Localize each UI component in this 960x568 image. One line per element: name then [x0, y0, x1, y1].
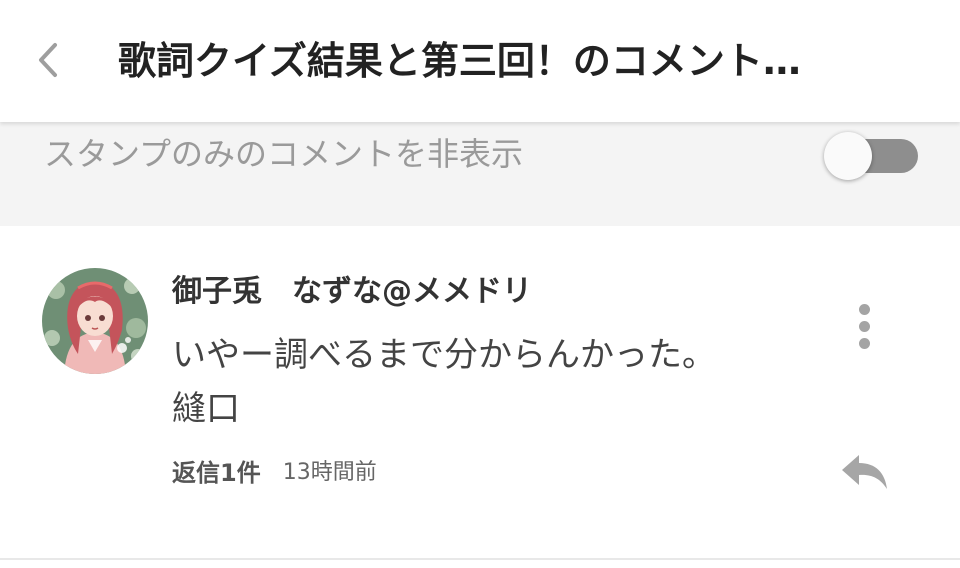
- hide-stamp-comments-toggle[interactable]: [822, 128, 920, 184]
- avatar[interactable]: [42, 268, 148, 374]
- comment-body: いやー調べるまで分からんかった。 縫口: [172, 328, 716, 436]
- comment-text-line: いやー調べるまで分からんかった。: [172, 335, 716, 375]
- page-title: 歌詞クイズ結果と第三回！のコメント…: [118, 39, 801, 83]
- reply-button[interactable]: [836, 448, 892, 494]
- stamp-filter-bar: スタンプのみのコメントを非表示: [0, 122, 960, 226]
- hide-stamp-comments-label: スタンプのみのコメントを非表示: [44, 135, 524, 173]
- more-options-button[interactable]: [844, 298, 884, 354]
- comment-meta: 返信1件 13時間前: [172, 452, 377, 488]
- reply-count-link[interactable]: 返信1件: [172, 453, 261, 488]
- more-vertical-icon-dot: [858, 320, 870, 332]
- comment-text-line: 縫口: [172, 389, 240, 429]
- comment-divider: [0, 558, 960, 560]
- more-vertical-icon-dot: [858, 337, 870, 349]
- comment-item: 御子兎 なずな@メメドリ いやー調べるまで分からんかった。 縫口 返信1件 13…: [0, 226, 960, 560]
- avatar-illustration: [42, 268, 148, 374]
- comment-timestamp: 13時間前: [282, 460, 377, 485]
- comment-author[interactable]: 御子兎 なずな@メメドリ: [172, 272, 532, 312]
- reply-arrow-icon: [842, 455, 887, 489]
- back-button[interactable]: [28, 36, 68, 84]
- more-vertical-icon: [858, 303, 870, 315]
- toggle-knob: [824, 132, 872, 180]
- app-header: 歌詞クイズ結果と第三回！のコメント…: [0, 0, 960, 122]
- chevron-left-icon: [39, 43, 57, 77]
